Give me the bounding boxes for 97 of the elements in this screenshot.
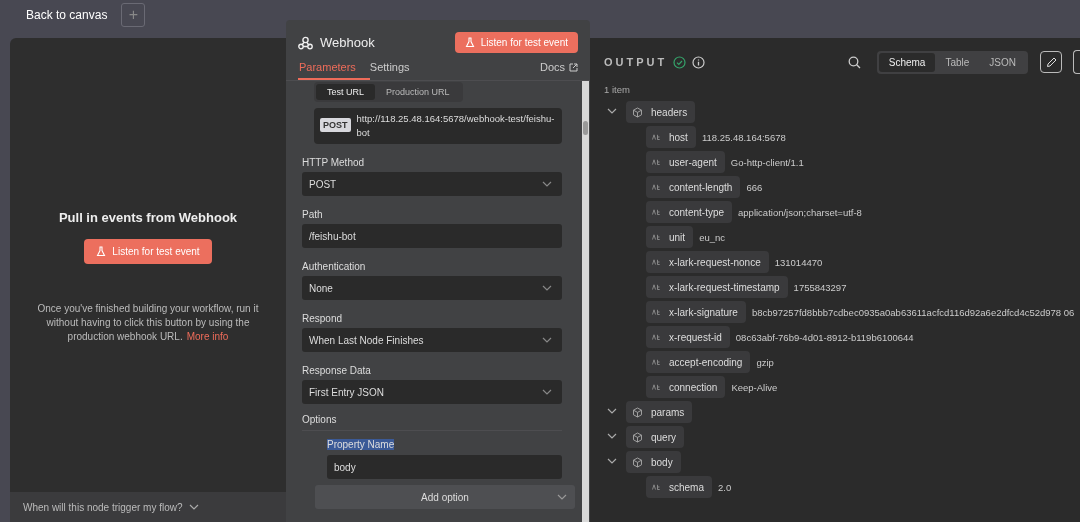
- toolbar-button[interactable]: [1073, 50, 1080, 74]
- success-check-icon: [673, 55, 687, 69]
- text-type-icon: [652, 134, 661, 140]
- cube-icon: [632, 431, 643, 443]
- field-label: Respond: [302, 313, 344, 324]
- webhook-url[interactable]: http://118.25.48.164:5678/webhook-test/feishu-bot: [356, 112, 556, 140]
- schema-value: Keep-Alive: [731, 381, 778, 393]
- cube-icon: [632, 106, 643, 118]
- more-info-link[interactable]: More info: [186, 331, 229, 342]
- text-type-icon: [652, 334, 661, 340]
- text-type-icon: [652, 209, 661, 215]
- schema-value: 08c63abf-76b9-4d01-8912-b119b6100644: [735, 331, 914, 343]
- schema-value: 666: [746, 181, 763, 193]
- text-type-icon: [652, 484, 661, 490]
- chevron-down-icon: [557, 494, 567, 500]
- schema-key: host: [646, 126, 696, 148]
- info-icon: [692, 55, 706, 69]
- panel-heading: Pull in events from Webhook: [58, 210, 238, 225]
- select-field[interactable]: POST: [302, 172, 562, 196]
- chevron-down-icon: [188, 504, 199, 510]
- docs-link[interactable]: Docs: [539, 61, 578, 80]
- field-label: Authentication: [302, 261, 367, 272]
- schema-value: b8cb97257fd8bbb7cdbec0935a0ab63611acfcd116d92a6e2dfcd4c52d978 06: [751, 306, 1075, 318]
- output-title: OUTPUT: [604, 56, 668, 68]
- url-tab[interactable]: Test URL: [316, 84, 375, 100]
- view-tab[interactable]: Table: [935, 52, 980, 72]
- chevron-down-icon[interactable]: [607, 108, 617, 114]
- schema-key: params: [626, 401, 693, 423]
- scrollbar[interactable]: [582, 81, 589, 522]
- schema-key: content-length: [646, 176, 741, 198]
- schema-value: 2.0: [718, 481, 732, 493]
- chevron-down-icon[interactable]: [607, 408, 617, 414]
- text-type-icon: [652, 284, 661, 290]
- cube-icon: [632, 456, 643, 468]
- schema-key: x-lark-request-nonce: [646, 251, 769, 273]
- trigger-help-toggle[interactable]: When will this node trigger my flow?: [10, 492, 286, 522]
- add-option-button[interactable]: Add option: [315, 485, 575, 509]
- field-label: HTTP Method: [302, 157, 366, 168]
- text-type-icon: [652, 159, 661, 165]
- options-heading: Options: [302, 414, 562, 431]
- node-title: Webhook: [320, 35, 376, 50]
- chevron-down-icon[interactable]: [607, 458, 617, 464]
- select-field[interactable]: When Last Node Finishes: [302, 328, 562, 352]
- schema-value: 1755843297: [793, 281, 847, 293]
- view-tab[interactable]: JSON: [979, 52, 1026, 72]
- select-field[interactable]: None: [302, 276, 562, 300]
- select-field[interactable]: First Entry JSON: [302, 380, 562, 404]
- method-tag: POST: [320, 118, 351, 132]
- schema-value: Go-http-client/1.1: [730, 156, 804, 168]
- instructions-text: Once you've finished building your workflow, run it without having to click this button by using the production webhook URL. More info: [36, 302, 260, 344]
- back-to-canvas-link[interactable]: Back to canvas: [26, 8, 108, 22]
- chevron-down-icon[interactable]: [607, 433, 617, 439]
- text-type-icon: [652, 384, 661, 390]
- schema-key: headers: [626, 101, 696, 123]
- field-label: Response Data: [302, 365, 372, 376]
- chevron-down-icon: [542, 181, 552, 187]
- schema-value: application/json;charset=utf-8: [738, 206, 862, 218]
- input-field[interactable]: /feishu-bot: [302, 224, 562, 248]
- schema-value: gzip: [756, 356, 774, 368]
- panel-tab[interactable]: Parameters: [298, 59, 370, 80]
- search-icon[interactable]: [847, 55, 861, 69]
- view-tab[interactable]: Schema: [878, 52, 936, 72]
- external-link-icon: [569, 62, 578, 72]
- field-label: Property Name: [327, 439, 395, 450]
- schema-key: x-lark-request-timestamp: [646, 276, 788, 298]
- pencil-icon: [1045, 56, 1057, 68]
- input-field[interactable]: body: [327, 455, 562, 479]
- schema-key: x-request-id: [646, 326, 730, 348]
- text-type-icon: [652, 184, 661, 190]
- chevron-down-icon: [542, 389, 552, 395]
- chevron-down-icon: [542, 285, 552, 291]
- chevron-down-icon: [542, 337, 552, 343]
- schema-value: eu_nc: [699, 231, 725, 243]
- item-count: 1 item: [604, 84, 631, 95]
- text-type-icon: [652, 309, 661, 315]
- schema-key: content-type: [646, 201, 733, 223]
- schema-key: accept-encoding: [646, 351, 751, 373]
- flask-icon: [464, 37, 475, 48]
- webhook-icon: [298, 35, 313, 50]
- schema-key: unit: [646, 226, 694, 248]
- cube-icon: [632, 406, 643, 418]
- text-type-icon: [652, 234, 661, 240]
- edit-button[interactable]: [1040, 51, 1062, 73]
- schema-key: connection: [646, 376, 726, 398]
- schema-value: 131014470: [774, 256, 823, 268]
- field-label: Path: [302, 209, 324, 220]
- schema-key: user-agent: [646, 151, 725, 173]
- url-tab[interactable]: Production URL: [375, 84, 461, 100]
- schema-key: schema: [646, 476, 712, 498]
- schema-key: body: [626, 451, 681, 473]
- schema-key: query: [626, 426, 684, 448]
- text-type-icon: [652, 359, 661, 365]
- text-type-icon: [652, 259, 661, 265]
- schema-value: 118.25.48.164:5678: [701, 131, 786, 143]
- schema-key: x-lark-signature: [646, 301, 746, 323]
- panel-tab[interactable]: Settings: [369, 59, 424, 80]
- flask-icon: [96, 246, 107, 257]
